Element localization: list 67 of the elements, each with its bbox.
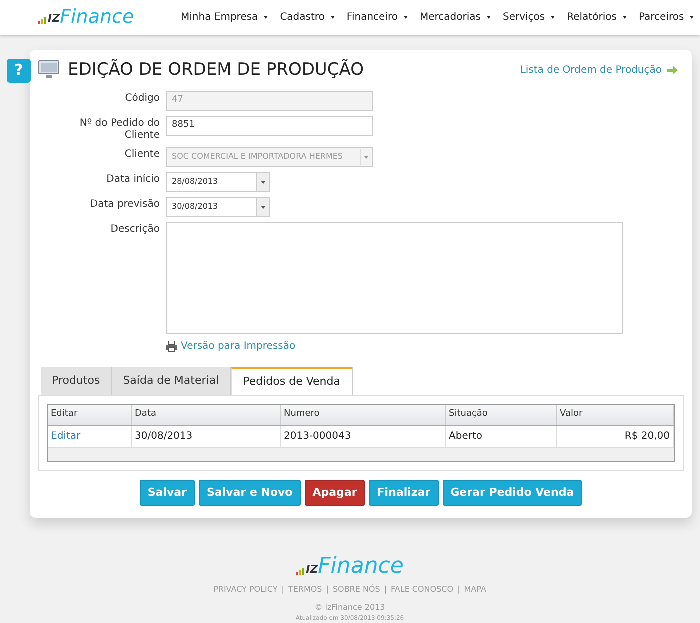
logo-prefix: IZ	[48, 12, 60, 24]
nav-menu[interactable]: Serviços	[502, 10, 556, 25]
bars-icon	[296, 565, 306, 575]
caret-icon	[264, 16, 268, 19]
column-header: Data	[132, 405, 281, 424]
arrow-icon	[667, 66, 678, 75]
action-button[interactable]: Salvar e Novo	[198, 480, 301, 506]
table-cell: R$ 20,00	[557, 426, 674, 446]
column-header: Editar	[48, 405, 132, 424]
caret-icon	[551, 16, 556, 19]
action-button[interactable]: Gerar Pedido Venda	[442, 480, 582, 506]
footer-link[interactable]: PRIVACY POLICY	[214, 584, 278, 596]
page-title: EDIÇÃO DE ORDEM DE PRODUÇÃO	[68, 58, 364, 82]
action-button[interactable]: Finalizar	[369, 480, 439, 506]
separator: |	[282, 584, 284, 596]
caret-icon	[690, 16, 694, 19]
printer-icon	[166, 341, 178, 352]
nav-menu[interactable]: Parceiros	[638, 10, 694, 25]
field-label: Cliente	[124, 149, 160, 161]
tab[interactable]: Produtos	[41, 367, 112, 395]
column-header: Valor	[557, 405, 674, 424]
logo-prefix: IZ	[306, 564, 318, 575]
field-label: Descrição	[110, 224, 160, 236]
table-cell: 30/08/2013	[132, 426, 281, 446]
nav-menu[interactable]: Relatórios	[567, 10, 627, 25]
footer-link[interactable]: TERMOS	[288, 584, 322, 596]
caret-icon	[486, 16, 491, 19]
separator: |	[326, 584, 329, 596]
nav-menu[interactable]: Financeiro	[346, 10, 408, 25]
copyright: © izFinance 2013	[314, 602, 386, 614]
field-label: Código	[125, 93, 160, 105]
footer-link[interactable]: MAPA	[464, 584, 486, 596]
nav-menu[interactable]: Minha Empresa	[181, 10, 268, 25]
field-label: Nº do Pedido do Cliente	[78, 118, 160, 142]
column-header: Situação	[446, 405, 557, 424]
edit-link[interactable]: Editar	[48, 426, 132, 446]
action-button[interactable]: Apagar	[304, 480, 366, 506]
field-label: Data início	[106, 174, 160, 186]
caret-icon	[404, 16, 408, 19]
textarea-field[interactable]	[166, 222, 623, 334]
back-link[interactable]: Lista de Ordem de Produção	[520, 62, 684, 78]
caret-icon	[256, 173, 269, 191]
table-cell: 2013-000043	[281, 426, 446, 446]
logo-name: Finance	[318, 556, 404, 578]
caret-icon	[256, 198, 269, 216]
tab[interactable]: Saída de Material	[112, 367, 232, 395]
action-button[interactable]: Salvar	[140, 480, 195, 506]
caret-icon	[622, 16, 627, 19]
date-field[interactable]: 28/08/2013	[166, 172, 270, 192]
date-field[interactable]: 30/08/2013	[166, 197, 270, 217]
table-cell: Aberto	[446, 426, 557, 446]
logo-name: Finance	[60, 8, 134, 27]
footer-link[interactable]: SOBRE NÓS	[332, 584, 380, 596]
monitor-icon	[38, 60, 60, 80]
footer-link[interactable]: FALE CONOSCO	[391, 584, 454, 596]
help-button[interactable]: ?	[7, 58, 31, 82]
print-link[interactable]: Versão para Impressão	[181, 339, 296, 354]
caret-icon	[360, 149, 372, 165]
separator: |	[458, 584, 460, 596]
field-label: Data previsão	[90, 199, 160, 211]
caret-icon	[330, 16, 335, 19]
nav-menu[interactable]: Cadastro	[280, 10, 335, 25]
text-field[interactable]: 8851	[166, 116, 373, 136]
tab[interactable]: Pedidos de Venda	[231, 367, 352, 395]
separator: |	[384, 584, 388, 596]
nav-menu[interactable]: Mercadorias	[420, 10, 491, 25]
column-header: Numero	[281, 405, 446, 424]
